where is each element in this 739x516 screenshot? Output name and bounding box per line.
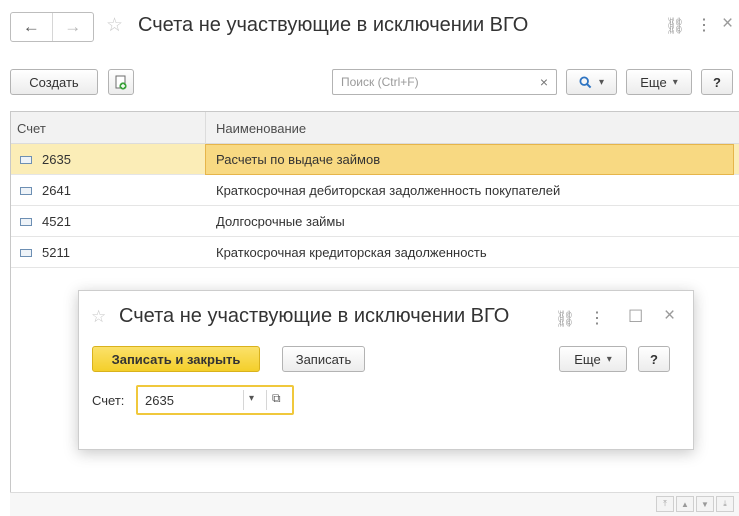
table-row[interactable]: 4521 Долгосрочные займы: [11, 206, 739, 237]
table-header: Счет Наименование: [11, 112, 739, 144]
row-account-name: Расчеты по выдаче займов: [216, 152, 381, 167]
open-item-icon[interactable]: ⧉: [272, 391, 281, 406]
scroll-up-icon: ▲: [681, 499, 689, 509]
chevron-down-icon: ▾: [598, 76, 605, 88]
more-actions-icon[interactable]: ⋮: [696, 15, 712, 35]
account-field-label: Счет:: [92, 393, 125, 408]
search-icon: [579, 75, 592, 88]
table-row[interactable]: 2641 Краткосрочная дебиторская задолженн…: [11, 175, 739, 206]
page-title: Счета не участвующие в исключении ВГО: [138, 14, 529, 36]
close-icon[interactable]: ×: [722, 13, 733, 35]
chevron-down-icon: ▾: [606, 353, 612, 365]
account-icon: [20, 218, 32, 226]
arrow-left-icon: ←: [22, 17, 40, 36]
search-button[interactable]: ▾: [566, 69, 617, 95]
dialog-title: Счета не участвующие в исключении ВГО: [119, 305, 510, 327]
help-button[interactable]: ?: [701, 69, 733, 95]
arrow-right-icon: →: [64, 17, 82, 36]
table-row[interactable]: 2635 Расчеты по выдаче займов: [11, 144, 739, 175]
scroll-down-button[interactable]: ▼: [696, 496, 714, 512]
account-field[interactable]: 2635 ▾ ⧉: [136, 385, 294, 415]
more-button-label: Еще: [640, 74, 667, 90]
scroll-up-button[interactable]: ▲: [676, 496, 694, 512]
column-header-account[interactable]: Счет: [17, 121, 46, 136]
chevron-down-icon: ▾: [672, 76, 678, 88]
back-button[interactable]: ←: [11, 13, 52, 41]
table-row[interactable]: 5211 Краткосрочная кредиторская задолжен…: [11, 237, 739, 268]
search-placeholder: Поиск (Ctrl+F): [341, 75, 419, 89]
help-icon: ?: [713, 74, 721, 90]
scroll-down-icon: ▼: [701, 499, 709, 509]
account-icon: [20, 156, 32, 164]
row-account-name: Краткосрочная кредиторская задолженность: [216, 245, 487, 260]
dialog-help-icon: ?: [650, 351, 658, 367]
copy-button[interactable]: [108, 69, 134, 95]
clear-search-icon[interactable]: ×: [540, 74, 548, 90]
forward-button[interactable]: →: [51, 13, 94, 41]
account-field-value: 2635: [145, 393, 174, 408]
copy-document-icon: [115, 75, 127, 90]
record-dialog: ☆ Счета не участвующие в исключении ВГО …: [78, 290, 694, 450]
save-and-close-label: Записать и закрыть: [111, 351, 241, 367]
dialog-more-label: Еще: [574, 351, 601, 367]
row-account-name: Долгосрочные займы: [216, 214, 345, 229]
nav-buttons: ← →: [10, 12, 94, 42]
favorite-star-icon[interactable]: ☆: [106, 14, 123, 37]
dialog-link-icon[interactable]: ⛓: [555, 309, 575, 329]
dropdown-arrow-icon[interactable]: ▾: [249, 393, 254, 404]
dialog-help-button[interactable]: ?: [638, 346, 670, 372]
account-icon: [20, 187, 32, 195]
scroll-last-icon: ⤓: [723, 499, 727, 508]
scroll-last-button[interactable]: ⤓: [716, 496, 734, 512]
dialog-favorite-star-icon[interactable]: ☆: [91, 307, 106, 327]
search-input[interactable]: Поиск (Ctrl+F) ×: [332, 69, 557, 95]
column-header-name[interactable]: Наименование: [216, 121, 306, 136]
create-button-label: Создать: [29, 74, 79, 90]
row-account-code: 4521: [42, 214, 71, 229]
maximize-icon[interactable]: ☐: [628, 307, 643, 327]
save-button-label: Записать: [295, 351, 352, 367]
dialog-close-icon[interactable]: ×: [664, 305, 675, 327]
column-divider[interactable]: [205, 112, 206, 144]
row-account-name: Краткосрочная дебиторская задолженность …: [216, 183, 561, 198]
account-icon: [20, 249, 32, 257]
scroll-first-button[interactable]: ⤒: [656, 496, 674, 512]
row-account-code: 2641: [42, 183, 71, 198]
field-divider: [266, 390, 267, 410]
table-footer: [10, 492, 739, 516]
link-icon[interactable]: ⛓: [665, 16, 685, 36]
save-and-close-button[interactable]: Записать и закрыть: [92, 346, 260, 372]
dialog-more-button[interactable]: Еще ▾: [559, 346, 627, 372]
field-divider: [243, 390, 244, 410]
more-button[interactable]: Еще ▾: [626, 69, 692, 95]
row-account-code: 2635: [42, 152, 71, 167]
save-button[interactable]: Записать: [282, 346, 365, 372]
dialog-more-actions-icon[interactable]: ⋮: [589, 308, 605, 328]
create-button[interactable]: Создать: [10, 69, 98, 95]
row-account-code: 5211: [42, 245, 70, 260]
scroll-first-icon: ⤒: [663, 499, 667, 508]
